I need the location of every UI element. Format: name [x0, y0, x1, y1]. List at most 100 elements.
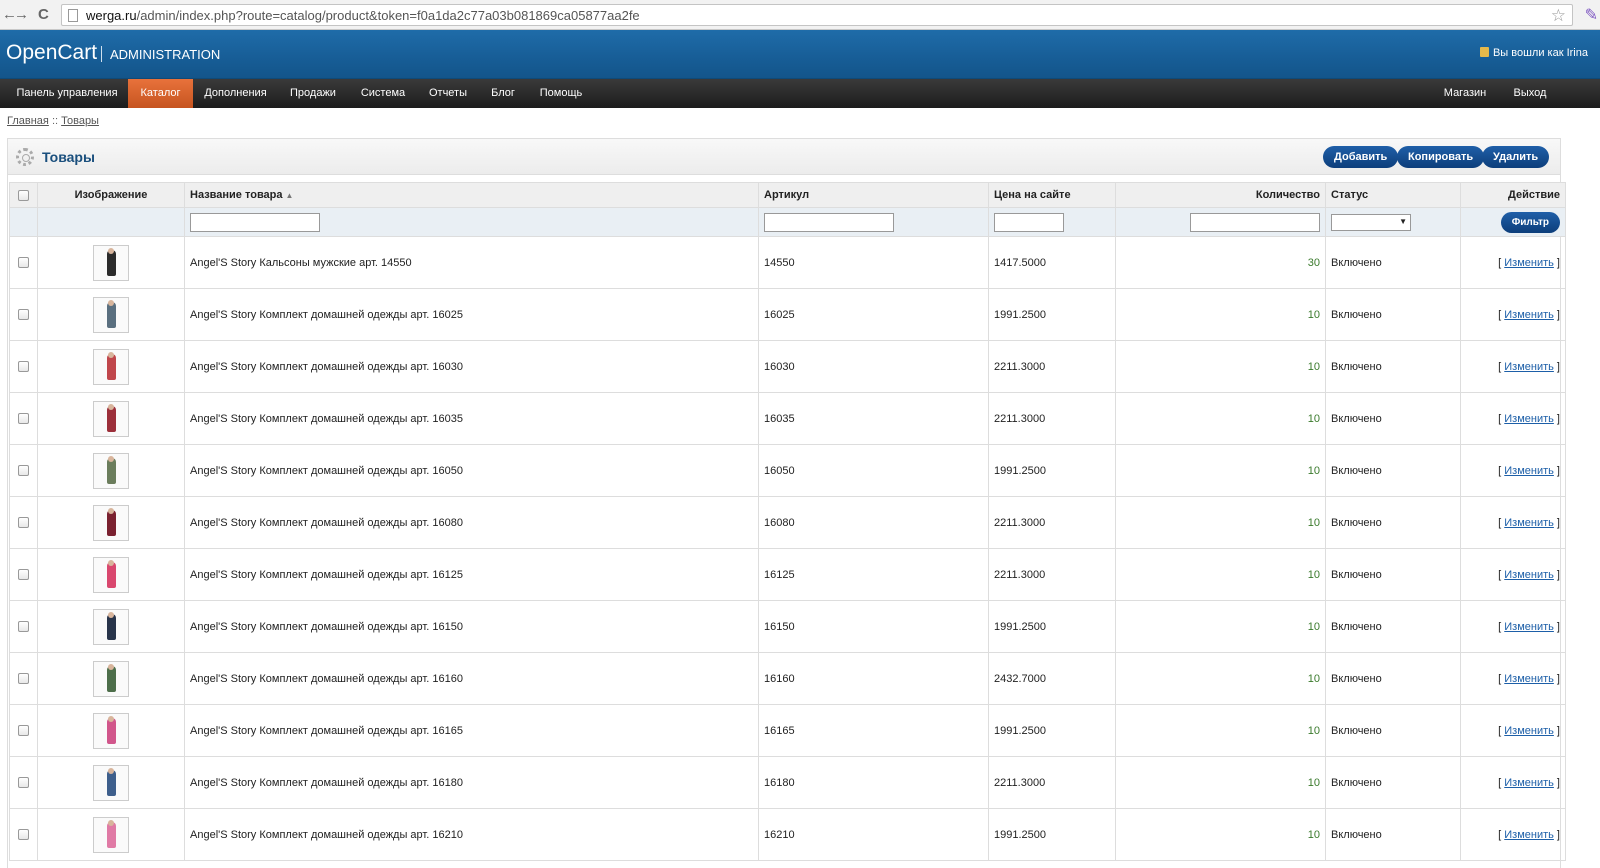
extension-pen-icon[interactable]: ✎	[1585, 5, 1598, 25]
menu-extensions[interactable]: Дополнения	[193, 79, 278, 108]
breadcrumb-separator: ::	[51, 115, 59, 127]
row-checkbox[interactable]	[18, 517, 29, 528]
product-name: Angel'S Story Комплект домашней одежды а…	[184, 652, 759, 705]
edit-link[interactable]: Изменить	[1504, 309, 1554, 321]
row-checkbox[interactable]	[18, 361, 29, 372]
product-qty: 10	[1115, 652, 1326, 705]
menu-help[interactable]: Помощь	[528, 79, 594, 108]
product-sku: 16180	[758, 756, 989, 809]
table-row: Angel'S Story Комплект домашней одежды а…	[9, 704, 1566, 757]
menu-sales[interactable]: Продажи	[278, 79, 348, 108]
header-status[interactable]: Статус	[1325, 182, 1461, 208]
header-sku[interactable]: Артикул	[758, 182, 989, 208]
reload-icon[interactable]: C	[38, 6, 49, 24]
menu-system[interactable]: Система	[348, 79, 418, 108]
edit-link[interactable]: Изменить	[1504, 257, 1554, 269]
product-price: 1991.2500	[988, 288, 1116, 341]
product-thumbnail	[93, 816, 129, 853]
edit-link[interactable]: Изменить	[1504, 569, 1554, 581]
menu-dashboard[interactable]: Панель управления	[6, 79, 128, 108]
address-bar[interactable]: werga.ru/admin/index.php?route=catalog/p…	[61, 4, 1573, 26]
header-name[interactable]: Название товара ▲	[184, 182, 759, 208]
product-thumbnail	[93, 660, 129, 697]
product-figure	[107, 715, 116, 744]
row-checkbox[interactable]	[18, 673, 29, 684]
table-header-row: Изображение Название товара ▲ Артикул Цен…	[9, 182, 1566, 208]
menu-catalog[interactable]: Каталог	[128, 79, 193, 108]
product-name: Angel'S Story Комплект домашней одежды а…	[184, 340, 759, 393]
product-qty: 10	[1115, 392, 1326, 445]
breadcrumb-home[interactable]: Главная	[7, 115, 49, 127]
product-qty: 10	[1115, 756, 1326, 809]
table-row: Angel'S Story Комплект домашней одежды а…	[9, 600, 1566, 653]
product-action: [ Изменить ]	[1460, 236, 1566, 289]
header-qty[interactable]: Количество	[1115, 182, 1326, 208]
opencart-logo[interactable]: OpenCart	[6, 41, 97, 65]
row-checkbox[interactable]	[18, 257, 29, 268]
table-row: Angel'S Story Комплект домашней одежды а…	[9, 808, 1566, 861]
admin-subtitle: ADMINISTRATION	[110, 47, 221, 62]
product-qty: 10	[1115, 444, 1326, 497]
row-checkbox[interactable]	[18, 725, 29, 736]
admin-header: OpenCart ADMINISTRATION Вы вошли как Iri…	[0, 30, 1600, 78]
bookmark-star-icon[interactable]: ☆	[1551, 6, 1566, 26]
filter-button[interactable]: Фильтр	[1500, 211, 1560, 233]
product-status: Включено	[1325, 236, 1461, 289]
edit-link[interactable]: Изменить	[1504, 725, 1554, 737]
edit-link[interactable]: Изменить	[1504, 673, 1554, 685]
product-action: [ Изменить ]	[1460, 496, 1566, 549]
filter-qty-input[interactable]	[1190, 212, 1320, 232]
table-row: Angel'S Story Комплект домашней одежды а…	[9, 288, 1566, 341]
copy-button[interactable]: Копировать	[1397, 146, 1485, 168]
product-sku: 16125	[758, 548, 989, 601]
row-checkbox[interactable]	[18, 829, 29, 840]
product-status: Включено	[1325, 600, 1461, 653]
delete-button[interactable]: Удалить	[1482, 146, 1550, 168]
product-status: Включено	[1325, 652, 1461, 705]
edit-link[interactable]: Изменить	[1504, 777, 1554, 789]
edit-link[interactable]: Изменить	[1504, 413, 1554, 425]
header-price[interactable]: Цена на сайте	[988, 182, 1116, 208]
filter-name-input[interactable]	[190, 212, 320, 232]
filter-sku-input[interactable]	[764, 212, 894, 232]
row-checkbox[interactable]	[18, 777, 29, 788]
edit-link[interactable]: Изменить	[1504, 829, 1554, 841]
edit-link[interactable]: Изменить	[1504, 517, 1554, 529]
add-button[interactable]: Добавить	[1323, 146, 1399, 168]
row-checkbox[interactable]	[18, 465, 29, 476]
row-checkbox[interactable]	[18, 413, 29, 424]
page-icon	[68, 9, 78, 22]
forward-icon[interactable]: →	[14, 6, 29, 24]
product-thumbnail	[93, 556, 129, 593]
menu-store[interactable]: Магазин	[1430, 79, 1500, 108]
product-action: [ Изменить ]	[1460, 756, 1566, 809]
product-action: [ Изменить ]	[1460, 704, 1566, 757]
table-row: Angel'S Story Комплект домашней одежды а…	[9, 444, 1566, 497]
product-sku: 16030	[758, 340, 989, 393]
menu-logout[interactable]: Выход	[1500, 79, 1560, 108]
edit-link[interactable]: Изменить	[1504, 621, 1554, 633]
filter-status-select[interactable]	[1331, 213, 1411, 231]
product-qty: 10	[1115, 496, 1326, 549]
breadcrumb: Главная :: Товары	[7, 115, 99, 127]
menu-reports[interactable]: Отчеты	[418, 79, 478, 108]
product-action: [ Изменить ]	[1460, 392, 1566, 445]
menu-blog[interactable]: Блог	[478, 79, 528, 108]
filter-price-input[interactable]	[994, 212, 1064, 232]
browser-toolbar: ← → C werga.ru/admin/index.php?route=cat…	[0, 0, 1600, 30]
product-status: Включено	[1325, 548, 1461, 601]
edit-link[interactable]: Изменить	[1504, 465, 1554, 477]
select-all-checkbox[interactable]	[18, 189, 29, 201]
page-title: Товары	[42, 149, 95, 165]
row-checkbox[interactable]	[18, 569, 29, 580]
product-status: Включено	[1325, 288, 1461, 341]
product-thumbnail	[93, 608, 129, 645]
row-checkbox[interactable]	[18, 621, 29, 632]
breadcrumb-products[interactable]: Товары	[61, 115, 99, 127]
edit-link[interactable]: Изменить	[1504, 361, 1554, 373]
row-checkbox[interactable]	[18, 309, 29, 320]
product-name: Angel'S Story Комплект домашней одежды а…	[184, 444, 759, 497]
product-thumbnail	[93, 244, 129, 281]
product-price: 2211.3000	[988, 496, 1116, 549]
product-price: 1991.2500	[988, 704, 1116, 757]
